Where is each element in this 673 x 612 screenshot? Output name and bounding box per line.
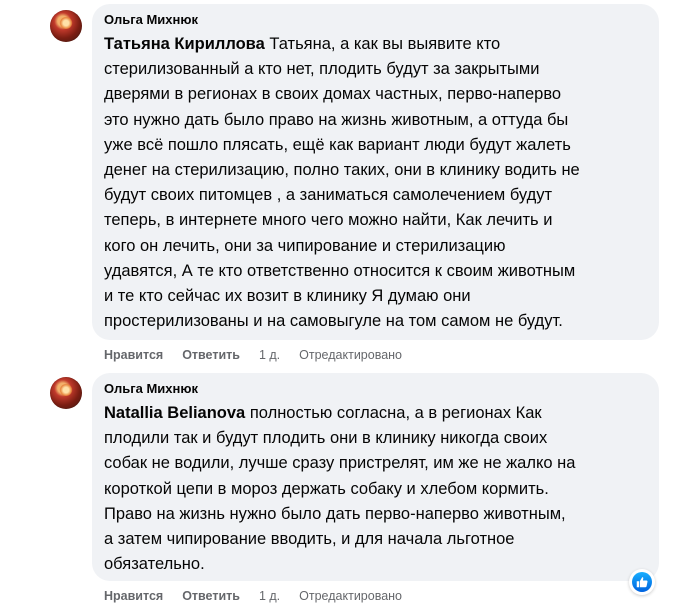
mention-link[interactable]: Natallia Belianova [104,404,245,422]
comment-actions: Нравится Ответить 1 д. Отредактировано [104,347,402,363]
reply-button[interactable]: Ответить [182,347,240,363]
comment-text: Татьяна Кириллова Татьяна, а как вы выяв… [104,35,580,331]
like-button[interactable]: Нравится [104,588,163,604]
avatar[interactable] [50,10,82,42]
comment-author[interactable]: Ольга Михнюк [104,12,647,28]
comment-bubble: Ольга Михнюк Татьяна Кириллова Татьяна, … [92,4,659,340]
edited-label: Отредактировано [299,348,403,362]
edited-label: Отредактировано [299,589,403,603]
reply-button[interactable]: Ответить [182,588,240,604]
comment-author[interactable]: Ольга Михнюк [104,381,647,397]
reaction-badge[interactable] [629,569,655,595]
comment-text: Natallia Belianova полностью согласна, а… [104,404,576,574]
comment-actions: Нравится Ответить 1 д. Отредактировано [104,588,402,604]
timestamp[interactable]: 1 д. [259,347,280,363]
mention-link[interactable]: Татьяна Кириллова [104,35,265,53]
avatar[interactable] [50,377,82,409]
comment-bubble: Ольга Михнюк Natallia Belianova полность… [92,373,659,581]
like-icon [632,572,652,592]
like-button[interactable]: Нравится [104,347,163,363]
timestamp[interactable]: 1 д. [259,588,280,604]
